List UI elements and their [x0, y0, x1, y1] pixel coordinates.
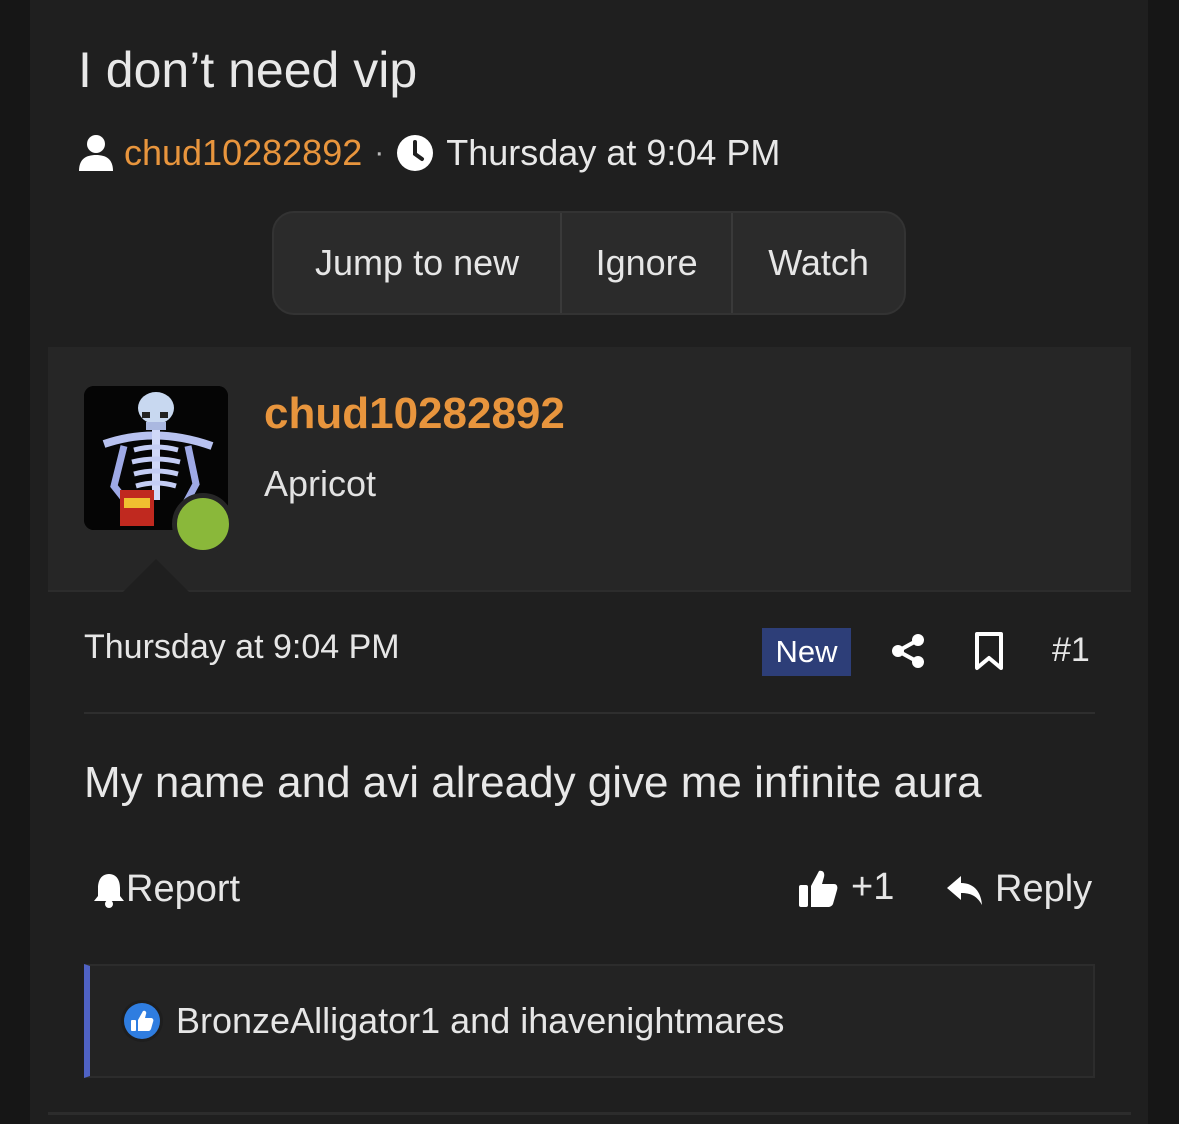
like-reaction-icon	[121, 1000, 163, 1042]
post-number-link[interactable]: #1	[1052, 631, 1090, 670]
watch-button[interactable]: Watch	[733, 213, 904, 313]
post-body: My name and avi already give me infinite…	[84, 758, 982, 807]
post-header-divider	[84, 712, 1095, 714]
jump-to-new-button[interactable]: Jump to new	[274, 213, 563, 313]
author-divider	[48, 590, 1131, 592]
bell-icon	[94, 873, 124, 908]
reactions-bar[interactable]: BronzeAlligator1 and ihavenightmares	[84, 964, 1095, 1078]
thread-timestamp: Thursday at 9:04 PM	[446, 132, 781, 173]
like-button[interactable]: +1	[797, 866, 894, 909]
user-icon	[79, 135, 113, 171]
thread-page: I don’t need vip chud10282892 · Thursday…	[30, 0, 1148, 1124]
reply-label: Reply	[995, 868, 1093, 910]
post-date-link[interactable]: Thursday at 9:04 PM	[84, 628, 400, 667]
meta-separator: ·	[374, 136, 385, 169]
reply-button[interactable]: Reply	[945, 868, 1092, 911]
clock-icon	[397, 135, 434, 171]
thread-author-link[interactable]: chud10282892	[124, 130, 362, 176]
report-label: Report	[126, 868, 241, 910]
post-username[interactable]: chud10282892	[264, 389, 565, 439]
report-button[interactable]: Report	[92, 868, 240, 911]
online-status-indicator	[172, 493, 234, 555]
thread-title: I don’t need vip	[78, 42, 418, 98]
bookmark-icon[interactable]	[974, 631, 1004, 671]
ignore-button[interactable]: Ignore	[562, 213, 734, 313]
reactions-text[interactable]: BronzeAlligator1 and ihavenightmares	[176, 1000, 784, 1042]
thread-meta: chud10282892 · Thursday at 9:04 PM	[78, 130, 780, 176]
reply-icon	[947, 875, 982, 905]
post-bottom-divider	[48, 1112, 1131, 1115]
share-icon[interactable]	[890, 633, 926, 669]
new-badge: New	[762, 628, 851, 676]
thumbs-up-icon	[799, 870, 838, 907]
thread-actions: Jump to new Ignore Watch	[272, 211, 906, 315]
user-title: Apricot	[264, 463, 377, 504]
post-author-block: chud10282892 Apricot	[48, 347, 1131, 593]
like-label: +1	[851, 866, 895, 908]
author-pointer	[122, 559, 190, 593]
